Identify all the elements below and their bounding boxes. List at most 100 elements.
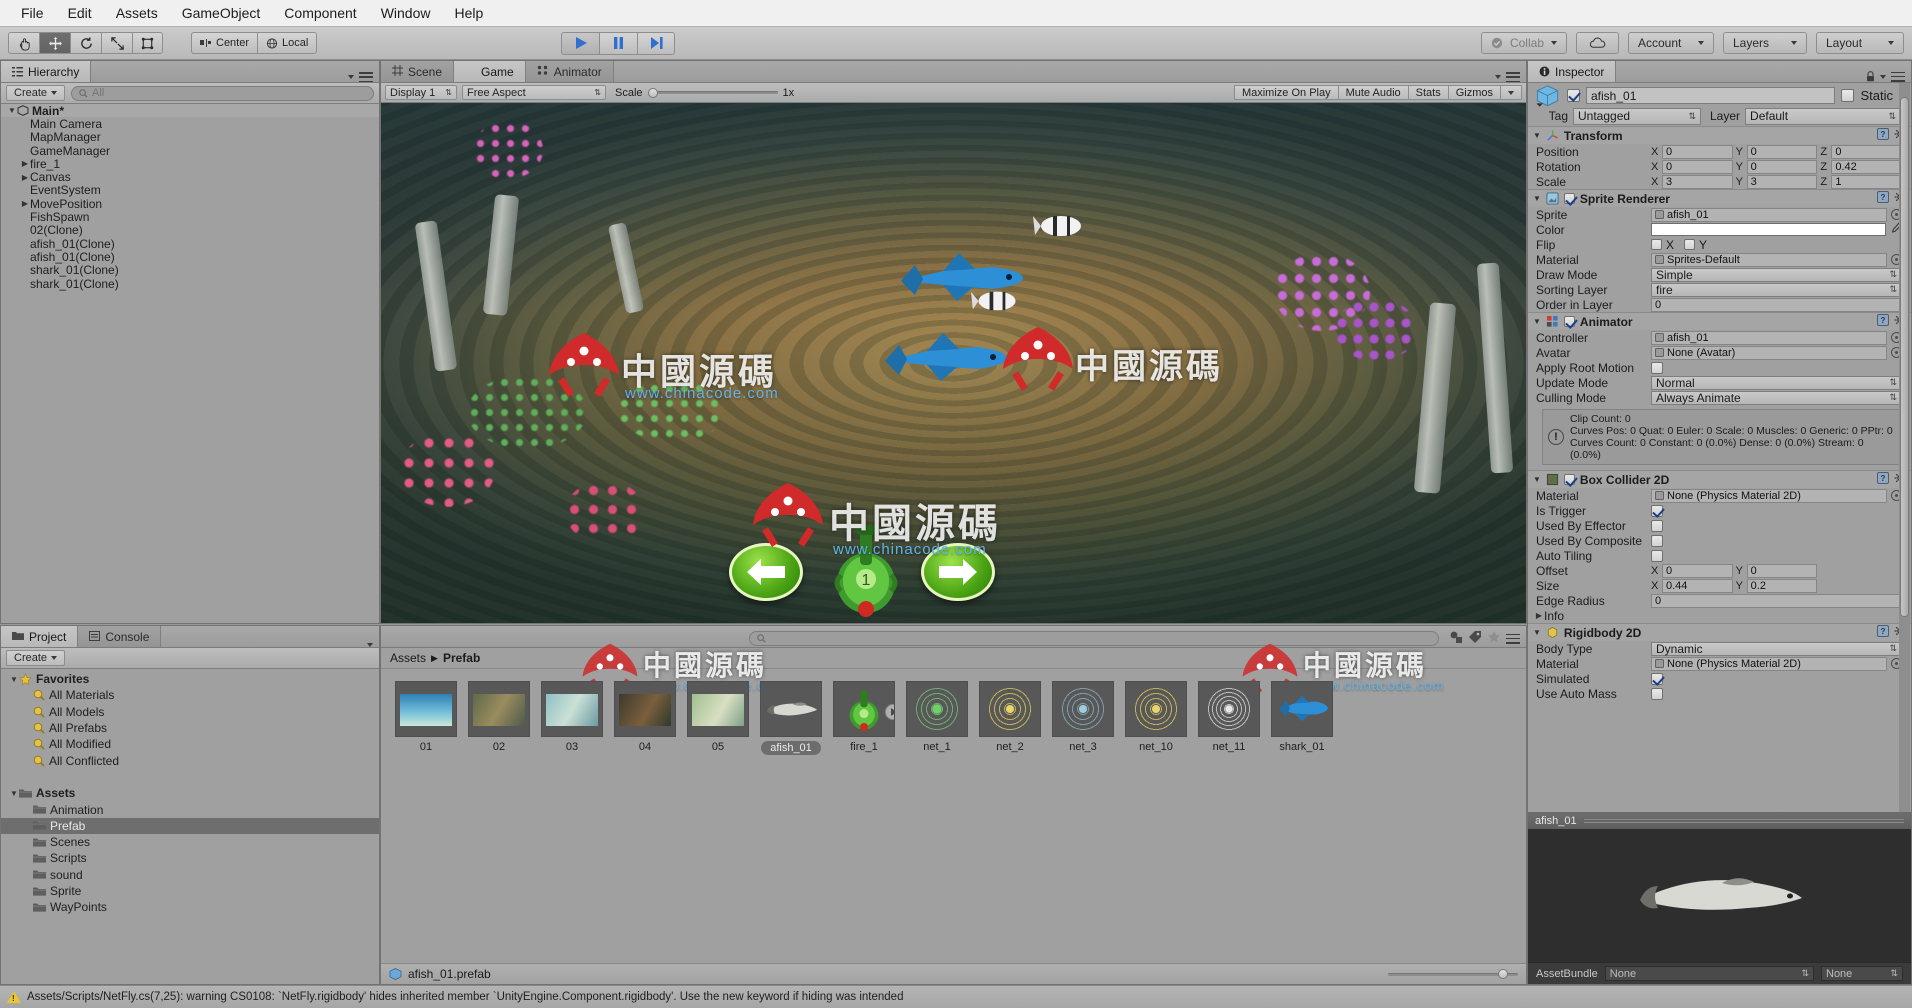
- zoom-slider-knob[interactable]: [1498, 969, 1508, 979]
- asset-thumbnail[interactable]: [833, 681, 895, 737]
- asset-thumbnail[interactable]: [1271, 681, 1333, 737]
- tab-scene[interactable]: Scene: [381, 61, 455, 82]
- component-header[interactable]: ▼ Transform?: [1528, 127, 1911, 144]
- hierarchy-item[interactable]: ▶afish_01(Clone): [1, 250, 379, 264]
- collab-button[interactable]: Collab: [1480, 32, 1567, 54]
- panel-menu-icon[interactable]: [1506, 633, 1520, 644]
- asset-thumbnail[interactable]: [468, 681, 530, 737]
- field-z-input[interactable]: 0: [1831, 144, 1903, 159]
- hierarchy-tree[interactable]: ▼Main*▶Main Camera▶MapManager▶GameManage…: [1, 104, 379, 623]
- tab-inspector[interactable]: Inspector: [1528, 61, 1617, 82]
- field-y-input[interactable]: 0: [1746, 144, 1818, 159]
- project-tree-item[interactable]: ▶All Models: [1, 704, 379, 720]
- hierarchy-tab-options[interactable]: [348, 72, 379, 82]
- thumbnail-zoom-slider[interactable]: [1388, 969, 1518, 979]
- static-checkbox[interactable]: [1841, 89, 1855, 102]
- help-icon[interactable]: ?: [1877, 625, 1889, 640]
- menu-item-window[interactable]: Window: [370, 2, 442, 24]
- project-tab-options[interactable]: [367, 643, 379, 647]
- move-tool-button[interactable]: [39, 32, 70, 54]
- asset-thumbnail[interactable]: [395, 681, 457, 737]
- hierarchy-item[interactable]: ▶EventSystem: [1, 183, 379, 197]
- project-tree-item[interactable]: ▶All Modified: [1, 736, 379, 752]
- breadcrumb-root[interactable]: Assets: [390, 651, 426, 665]
- value-input[interactable]: 0: [1651, 593, 1902, 608]
- asset-item[interactable]: shark_01: [1271, 681, 1333, 755]
- project-tree-item[interactable]: ▶All Conflicted: [1, 752, 379, 768]
- pivot-mode-button[interactable]: Center: [191, 32, 258, 54]
- component-header[interactable]: ▼ Box Collider 2D?: [1528, 471, 1911, 488]
- dropdown-field[interactable]: Simple ⇅: [1651, 267, 1902, 282]
- project-tree-item[interactable]: ▶sound: [1, 867, 379, 883]
- status-bar[interactable]: Assets/Scripts/NetFly.cs(7,25): warning …: [0, 985, 1912, 1008]
- object-field[interactable]: None (Avatar): [1651, 345, 1887, 360]
- space-mode-button[interactable]: Local: [257, 32, 318, 54]
- asset-thumbnail[interactable]: [979, 681, 1041, 737]
- project-tree-item[interactable]: ▼ Assets: [1, 785, 379, 801]
- menu-item-assets[interactable]: Assets: [105, 2, 169, 24]
- project-search-input[interactable]: [749, 631, 1439, 646]
- layers-button[interactable]: Layers: [1723, 32, 1807, 54]
- scale-control[interactable]: Scale 1x: [615, 87, 794, 99]
- asset-item[interactable]: net_2: [979, 681, 1041, 755]
- hierarchy-item[interactable]: ▶02(Clone): [1, 223, 379, 237]
- asset-thumbnail[interactable]: [760, 681, 822, 737]
- color-field[interactable]: [1651, 223, 1886, 236]
- filter-label-icon[interactable]: [1468, 630, 1482, 647]
- game-view-canvas[interactable]: 1 中國源碼 www.chinacode.com 中國源碼 中國源碼 www.c…: [381, 103, 1526, 623]
- toggle-checkbox[interactable]: [1651, 361, 1663, 374]
- help-icon[interactable]: ?: [1877, 314, 1889, 329]
- menu-item-gameobject[interactable]: GameObject: [171, 2, 272, 24]
- help-icon[interactable]: ?: [1877, 128, 1889, 143]
- cloud-button[interactable]: [1576, 32, 1619, 54]
- chevron-down-icon[interactable]: ▼: [1533, 194, 1541, 203]
- asset-thumbnail[interactable]: [687, 681, 749, 737]
- hierarchy-item[interactable]: ▼ Main*: [1, 104, 379, 118]
- layer-dropdown[interactable]: Default ⇅: [1745, 107, 1901, 125]
- hierarchy-item[interactable]: ▶ MovePosition: [1, 197, 379, 211]
- component-enabled-checkbox[interactable]: [1563, 474, 1575, 485]
- component-header[interactable]: ▼ Animator?: [1528, 313, 1911, 330]
- asset-thumbnail[interactable]: [614, 681, 676, 737]
- asset-item[interactable]: 01: [395, 681, 457, 755]
- filter-type-icon[interactable]: [1449, 630, 1463, 647]
- object-field[interactable]: afish_01: [1651, 330, 1887, 345]
- game-gizmos-button[interactable]: Gizmos: [1448, 85, 1501, 100]
- project-tree-item[interactable]: ▶Scenes: [1, 834, 379, 850]
- step-button[interactable]: [637, 31, 675, 55]
- scale-slider[interactable]: [647, 87, 778, 98]
- tab-game[interactable]: Game: [454, 61, 526, 82]
- asset-item[interactable]: 04: [614, 681, 676, 755]
- play-button[interactable]: [561, 31, 599, 55]
- field-x-input[interactable]: 0: [1662, 563, 1733, 578]
- chevron-down-icon[interactable]: ▼: [1533, 628, 1541, 637]
- gizmos-dropdown-button[interactable]: [1501, 85, 1522, 100]
- flip-x-checkbox[interactable]: [1651, 239, 1662, 250]
- menu-item-edit[interactable]: Edit: [57, 2, 103, 24]
- component-header[interactable]: ▼ Rigidbody 2D?: [1528, 624, 1911, 641]
- object-field[interactable]: None (Physics Material 2D): [1651, 488, 1887, 503]
- field-x-input[interactable]: 0: [1662, 144, 1733, 159]
- aspect-dropdown[interactable]: Free Aspect ⇅: [462, 85, 606, 100]
- asset-item[interactable]: 02: [468, 681, 530, 755]
- component-enabled-checkbox[interactable]: [1563, 193, 1575, 204]
- rotate-tool-button[interactable]: [70, 32, 101, 54]
- toggle-checkbox[interactable]: [1651, 672, 1663, 685]
- hierarchy-item[interactable]: ▶GameManager: [1, 144, 379, 158]
- menu-item-help[interactable]: Help: [443, 2, 494, 24]
- asset-thumbnail[interactable]: [1052, 681, 1114, 737]
- favorite-star-icon[interactable]: [1487, 630, 1501, 647]
- asset-item[interactable]: net_11: [1198, 681, 1260, 755]
- layout-button[interactable]: Layout: [1816, 32, 1904, 54]
- toggle-checkbox[interactable]: [1651, 687, 1663, 700]
- hud-right-arrow-button[interactable]: [921, 543, 995, 601]
- field-x-input[interactable]: 3: [1662, 174, 1733, 189]
- project-tree-item[interactable]: ▶Scripts: [1, 850, 379, 866]
- chevron-right-icon[interactable]: ▶: [20, 199, 30, 208]
- scale-slider-knob[interactable]: [647, 87, 658, 98]
- dropdown-field[interactable]: Dynamic ⇅: [1651, 641, 1902, 656]
- hud-left-arrow-button[interactable]: [729, 543, 803, 601]
- assetbundle-dropdown[interactable]: None ⇅: [1604, 966, 1814, 981]
- cannon-turret[interactable]: 1: [833, 521, 899, 617]
- tab-project[interactable]: Project: [1, 626, 79, 647]
